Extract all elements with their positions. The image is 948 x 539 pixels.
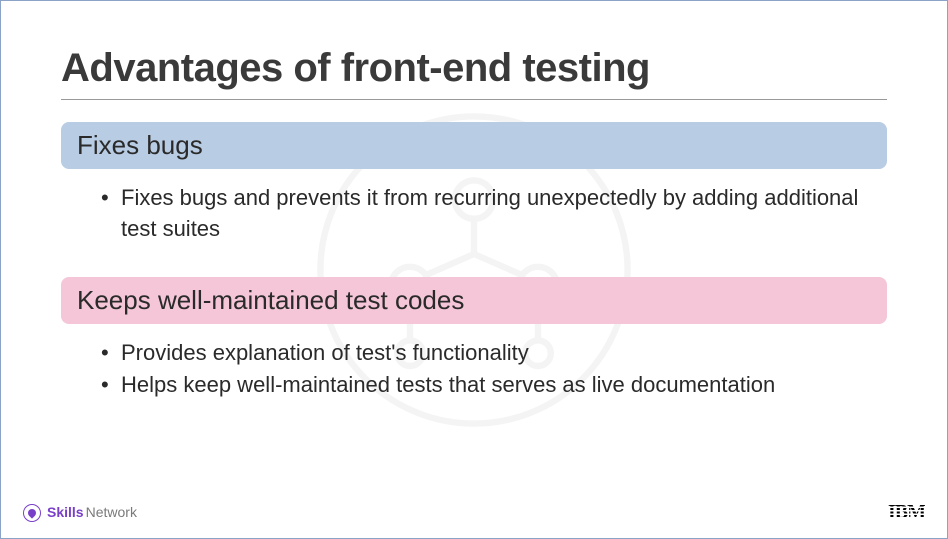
skills-network-brand: SkillsNetwork — [23, 504, 137, 522]
bullet-item: Helps keep well-maintained tests that se… — [101, 370, 887, 401]
bullet-item: Fixes bugs and prevents it from recurrin… — [101, 183, 887, 245]
slide-footer: SkillsNetwork IBM — [1, 501, 947, 524]
network-label: Network — [86, 504, 137, 520]
skills-network-icon — [23, 504, 41, 522]
skills-label: Skills — [47, 504, 84, 520]
bullet-item: Provides explanation of test's functiona… — [101, 338, 887, 369]
bullet-list-maintained-tests: Provides explanation of test's functiona… — [61, 338, 887, 402]
section-header-maintained-tests: Keeps well-maintained test codes — [61, 277, 887, 324]
slide-title: Advantages of front-end testing — [61, 46, 887, 100]
section-header-fixes-bugs: Fixes bugs — [61, 122, 887, 169]
ibm-logo: IBM — [888, 501, 925, 524]
bullet-list-fixes-bugs: Fixes bugs and prevents it from recurrin… — [61, 183, 887, 245]
brand-text: SkillsNetwork — [47, 504, 137, 522]
